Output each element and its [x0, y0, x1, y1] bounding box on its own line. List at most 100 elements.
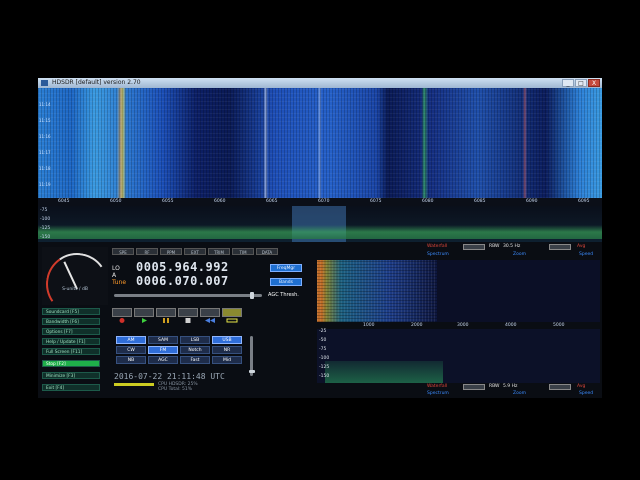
time-tick: 11:17: [39, 150, 51, 155]
cpu-total: CPU Total: 51%: [158, 387, 193, 392]
db-tick: -125: [40, 226, 51, 231]
zoom-spectrum[interactable]: -25 -50 -75 -100 -125 -150: [317, 329, 600, 383]
zoom-tick: 4000: [505, 323, 517, 328]
loop-button[interactable]: [222, 308, 242, 323]
lo-label: LO A: [112, 265, 120, 279]
frequency-axis[interactable]: 6045 6050 6055 6060 6065 6070 6075 6080 …: [38, 198, 602, 206]
freq-tick: 6045: [58, 199, 70, 204]
zoom-waterfall[interactable]: [317, 260, 600, 322]
full-screen-button[interactable]: Full Screen [F11]: [42, 348, 100, 355]
freq-tick: 6070: [318, 199, 330, 204]
freq-tick: 6060: [214, 199, 226, 204]
record-button[interactable]: [112, 308, 132, 323]
freq-tick: 6055: [162, 199, 174, 204]
freqmgr-button[interactable]: FreqMgr: [270, 264, 302, 272]
stop-button[interactable]: Stop [F2]: [42, 360, 100, 367]
zoom-db-tick: -150: [319, 374, 330, 379]
nr-button[interactable]: NR: [212, 346, 242, 354]
rbw-label: RBW: [489, 244, 500, 249]
transport-controls: [112, 308, 260, 323]
spectrum-label: Spectrum: [427, 252, 449, 257]
rewind-icon: [205, 318, 215, 323]
main-waterfall[interactable]: 11:14 11:15 11:16 11:17 11:18 11:19: [38, 88, 602, 198]
pause-button[interactable]: [156, 308, 176, 323]
tune-value[interactable]: 0006.070.007: [136, 274, 260, 288]
mode-fm[interactable]: FM: [148, 346, 178, 354]
toggle-tim[interactable]: TIM: [232, 248, 254, 255]
agc-mid-button[interactable]: Mid: [212, 356, 242, 364]
toggle-ppm[interactable]: PPM: [160, 248, 182, 255]
db-tick: -75: [40, 208, 48, 213]
hdsdr-window: HDSDR [default] version 2.70 _ □ X 11:14…: [38, 78, 602, 398]
waterfall-texture: [38, 88, 602, 198]
volume-slider[interactable]: [249, 336, 255, 376]
soundcard-button[interactable]: Soundcard [F5]: [42, 308, 100, 315]
lo-value[interactable]: 0005.964.992: [136, 260, 260, 274]
nb-button[interactable]: NB: [116, 356, 146, 364]
freq-tick: 6085: [474, 199, 486, 204]
volume-knob[interactable]: [249, 370, 255, 373]
freq-tick: 6050: [110, 199, 122, 204]
mode-cw[interactable]: CW: [116, 346, 146, 354]
agc-button[interactable]: AGC: [148, 356, 178, 364]
bands-button[interactable]: Bands: [270, 278, 302, 286]
zoom-label: Zoom: [513, 252, 526, 257]
zoom-tick: 1000: [363, 323, 375, 328]
agc-fast-button[interactable]: Fast: [180, 356, 210, 364]
mode-am[interactable]: AM: [116, 336, 146, 344]
zoom-spectrum-label: Spectrum: [427, 391, 449, 396]
toggle-rf[interactable]: RF: [136, 248, 158, 255]
minimize-app-button[interactable]: Minimize [F3]: [42, 372, 100, 379]
play-button[interactable]: [134, 308, 154, 323]
zoom-db-tick: -100: [319, 356, 330, 361]
toggle-data[interactable]: DATA: [256, 248, 278, 255]
bottom-display-sliders: Spectrum Zoom Speed: [317, 390, 600, 398]
stop-icon: [185, 318, 191, 323]
zoom-waterfall-signal: [317, 260, 437, 322]
toggle-trim[interactable]: TRIM: [208, 248, 230, 255]
time-tick: 11:15: [39, 118, 51, 123]
zoom-speed-label: Speed: [579, 391, 594, 396]
zoom-tick: 2000: [411, 323, 423, 328]
spectrum-trace: [38, 225, 602, 239]
agc-threshold-slider[interactable]: [114, 292, 262, 299]
minimize-button[interactable]: _: [562, 79, 574, 87]
waterfall-label: Waterfall: [427, 244, 448, 249]
bandwidth-button[interactable]: Bandwidth [F6]: [42, 318, 100, 325]
top-display-sliders: Spectrum Zoom Speed: [317, 251, 600, 259]
date-time: 2016-07-22 21:11:48 UTC: [114, 372, 225, 381]
notch-button[interactable]: Notch: [180, 346, 210, 354]
exit-button[interactable]: Exit [F4]: [42, 384, 100, 391]
toggle-ext[interactable]: EXT: [184, 248, 206, 255]
stop-playback-button[interactable]: [178, 308, 198, 323]
zoom-db-tick: -75: [319, 347, 327, 352]
agc-threshold-knob[interactable]: [250, 292, 254, 299]
freq-tick: 6080: [422, 199, 434, 204]
mode-lsb[interactable]: LSB: [180, 336, 210, 344]
agc-threshold-label: AGC Thresh.: [268, 292, 299, 298]
rbw-value: 30.5 Hz: [503, 244, 521, 249]
avg-box[interactable]: [549, 244, 571, 250]
main-spectrum[interactable]: -75 -100 -125 -150: [38, 206, 602, 242]
avg-label: Avg: [577, 244, 586, 249]
mode-usb[interactable]: USB: [212, 336, 242, 344]
s-meter: S-units / dB: [41, 247, 113, 320]
time-tick: 11:18: [39, 166, 51, 171]
zoom-db-tick: -50: [319, 338, 327, 343]
tune-label: Tune: [112, 279, 127, 286]
pause-icon: [163, 318, 169, 323]
rewind-button[interactable]: [200, 308, 220, 323]
options-button[interactable]: Options [F7]: [42, 328, 100, 335]
maximize-button[interactable]: □: [575, 79, 587, 87]
close-button[interactable]: X: [588, 79, 600, 87]
zoom-tick: 3000: [457, 323, 469, 328]
loop-icon: [226, 318, 238, 323]
help-update-button[interactable]: Help / Update [F1]: [42, 338, 100, 345]
zoom-zoom-label: Zoom: [513, 391, 526, 396]
freq-tick: 6075: [370, 199, 382, 204]
toggle-spe[interactable]: SPE: [112, 248, 134, 255]
title-bar[interactable]: HDSDR [default] version 2.70 _ □ X: [38, 78, 602, 88]
mode-sam[interactable]: SAM: [148, 336, 178, 344]
waterfall-settings-box[interactable]: [463, 244, 485, 250]
zoom-db-tick: -125: [319, 365, 330, 370]
